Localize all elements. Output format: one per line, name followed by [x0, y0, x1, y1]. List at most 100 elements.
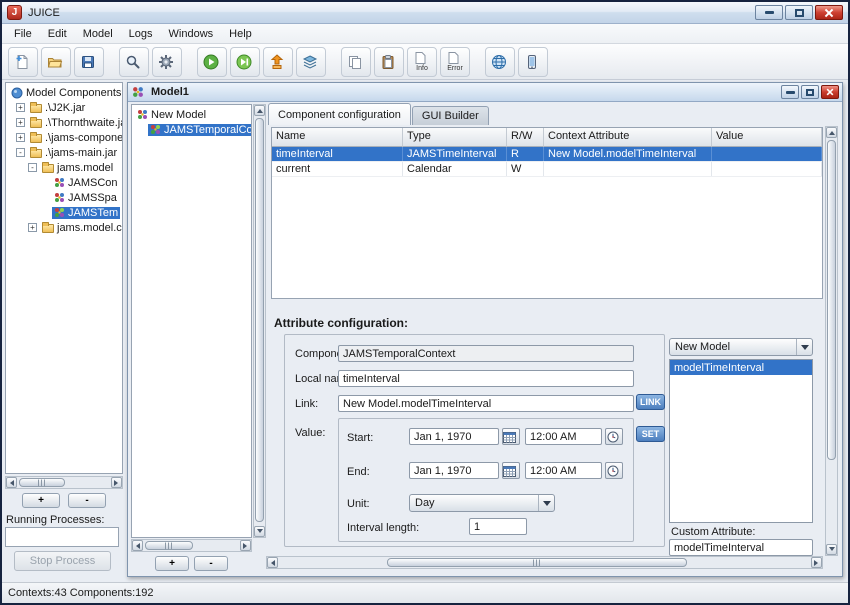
menu-edit[interactable]: Edit: [40, 25, 75, 43]
toolbar-save-button[interactable]: [74, 47, 104, 77]
scroll-up-button[interactable]: [826, 127, 837, 138]
end-date-field[interactable]: [409, 462, 499, 479]
running-processes-list[interactable]: [5, 527, 119, 547]
link-field[interactable]: [338, 395, 634, 412]
model-add-button[interactable]: +: [155, 556, 189, 571]
menu-logs[interactable]: Logs: [121, 25, 161, 43]
close-button[interactable]: [815, 5, 843, 20]
end-time-field[interactable]: [525, 462, 602, 479]
toolbar-error-button[interactable]: Error: [440, 47, 470, 77]
scroll-right-button[interactable]: [240, 540, 251, 551]
expand-handle-icon[interactable]: +: [28, 223, 37, 232]
frame-maximize-button[interactable]: [801, 85, 819, 99]
link-button[interactable]: LINK: [636, 394, 665, 410]
combo-arrow[interactable]: [796, 339, 812, 355]
custom-attribute-field[interactable]: [669, 539, 813, 556]
column-header-name[interactable]: Name: [272, 128, 403, 147]
tree-item-jamscon[interactable]: JAMSCon: [6, 175, 122, 190]
menu-file[interactable]: File: [6, 25, 40, 43]
menu-windows[interactable]: Windows: [161, 25, 222, 43]
scroll-down-button[interactable]: [254, 526, 265, 537]
menu-help[interactable]: Help: [221, 25, 260, 43]
component-field[interactable]: [338, 345, 634, 362]
scroll-down-button[interactable]: [826, 544, 837, 555]
toolbar-search-button[interactable]: [119, 47, 149, 77]
scroll-right-button[interactable]: [811, 557, 822, 568]
toolbar-info-button[interactable]: Info: [407, 47, 437, 77]
expand-handle-icon[interactable]: +: [16, 118, 25, 127]
model-tree-vscrollbar[interactable]: [253, 104, 266, 538]
scroll-left-button[interactable]: [132, 540, 143, 551]
scroll-up-button[interactable]: [254, 105, 265, 116]
component-remove-button[interactable]: -: [68, 493, 106, 508]
tree-item-new-model[interactable]: New Model: [132, 107, 251, 122]
column-header-rw[interactable]: R/W: [507, 128, 544, 147]
table-row-timeinterval[interactable]: timeInterval JAMSTimeInterval R New Mode…: [272, 147, 822, 162]
column-header-type[interactable]: Type: [403, 128, 507, 147]
config-hscrollbar[interactable]: [266, 556, 823, 569]
unit-combobox[interactable]: Day: [409, 494, 555, 512]
frame-minimize-button[interactable]: [781, 85, 799, 99]
toolbar-web-button[interactable]: [485, 47, 515, 77]
tree-item-thornthwaite-jar[interactable]: + .\Thornthwaite.ja: [6, 115, 122, 130]
start-clock-button[interactable]: [605, 428, 623, 445]
toolbar-settings-button[interactable]: [152, 47, 182, 77]
collapse-handle-icon[interactable]: -: [28, 163, 37, 172]
tree-item-jamsspa[interactable]: JAMSSpa: [6, 190, 122, 205]
titlebar[interactable]: J JUICE: [2, 2, 848, 24]
scroll-right-button[interactable]: [111, 477, 122, 488]
toolbar-open-button[interactable]: [41, 47, 71, 77]
start-time-field[interactable]: [525, 428, 602, 445]
scrollbar-thumb[interactable]: [19, 478, 65, 487]
start-date-field[interactable]: [409, 428, 499, 445]
start-calendar-button[interactable]: [502, 428, 520, 445]
minimize-button[interactable]: [755, 5, 783, 20]
scrollbar-thumb[interactable]: [255, 118, 264, 522]
component-add-button[interactable]: +: [22, 493, 60, 508]
column-header-context-attribute[interactable]: Context Attribute: [544, 128, 712, 147]
tree-item-jams-main-jar[interactable]: - .\jams-main.jar: [6, 145, 122, 160]
toolbar-copy-button[interactable]: [341, 47, 371, 77]
tree-item-jamstem-selected[interactable]: JAMSTem: [6, 205, 122, 220]
model-remove-button[interactable]: -: [194, 556, 228, 571]
tab-component-configuration[interactable]: Component configuration: [268, 103, 411, 125]
config-vscrollbar[interactable]: [825, 126, 838, 556]
end-calendar-button[interactable]: [502, 462, 520, 479]
end-clock-button[interactable]: [605, 462, 623, 479]
toolbar-device-button[interactable]: [518, 47, 548, 77]
set-button[interactable]: SET: [636, 426, 665, 442]
expand-handle-icon[interactable]: +: [16, 103, 25, 112]
toolbar-paste-button[interactable]: [374, 47, 404, 77]
tab-gui-builder[interactable]: GUI Builder: [412, 106, 489, 125]
scrollbar-thumb[interactable]: [145, 541, 193, 550]
scroll-left-button[interactable]: [267, 557, 278, 568]
menu-model[interactable]: Model: [75, 25, 121, 43]
interval-length-field[interactable]: [469, 518, 527, 535]
toolbar-model-button[interactable]: [296, 47, 326, 77]
toolbar-package-button[interactable]: [263, 47, 293, 77]
tree-item-jams-model-c[interactable]: + jams.model.c: [6, 220, 122, 235]
scroll-left-button[interactable]: [6, 477, 17, 488]
stop-process-button[interactable]: Stop Process: [14, 551, 111, 571]
expand-handle-icon[interactable]: +: [16, 133, 25, 142]
local-name-field[interactable]: [338, 370, 634, 387]
toolbar-new-button[interactable]: [8, 47, 38, 77]
table-row-current[interactable]: current Calendar W: [272, 162, 822, 177]
model1-titlebar[interactable]: Model1: [128, 83, 842, 102]
tree-item-jamstemporalcontext[interactable]: JAMSTemporalContext: [132, 122, 251, 137]
list-item-modeltimeinterval[interactable]: modelTimeInterval: [670, 360, 812, 375]
tree-item-jams-components-jar[interactable]: + .\jams-componen: [6, 130, 122, 145]
frame-close-button[interactable]: [821, 85, 839, 99]
combo-arrow[interactable]: [538, 495, 554, 511]
collapse-handle-icon[interactable]: -: [16, 148, 25, 157]
model-tree-hscrollbar[interactable]: [131, 539, 252, 552]
column-header-value[interactable]: Value: [712, 128, 822, 147]
maximize-button[interactable]: [785, 5, 813, 20]
context-combobox[interactable]: New Model: [669, 338, 813, 356]
scrollbar-thumb[interactable]: [387, 558, 687, 567]
toolbar-run-button[interactable]: [197, 47, 227, 77]
tree-root-model-components[interactable]: Model Components: [6, 85, 122, 100]
tree-item-jams-model[interactable]: - jams.model: [6, 160, 122, 175]
toolbar-run-step-button[interactable]: [230, 47, 260, 77]
scrollbar-thumb[interactable]: [827, 140, 836, 460]
